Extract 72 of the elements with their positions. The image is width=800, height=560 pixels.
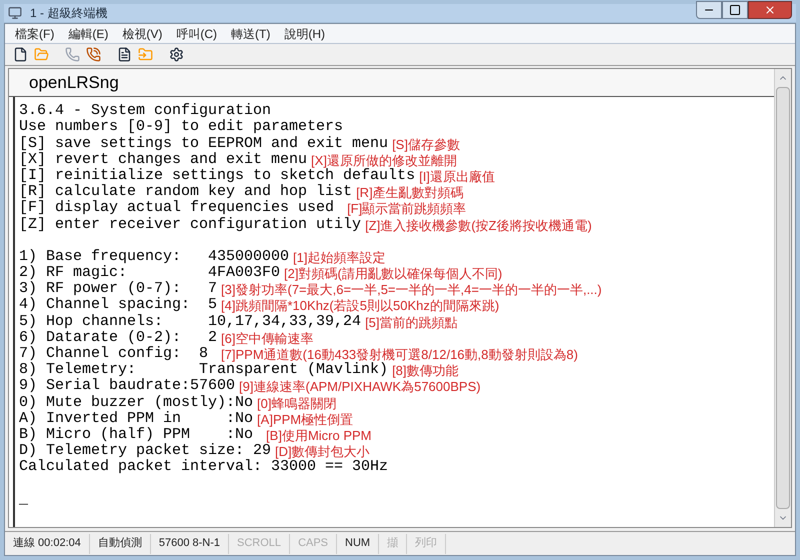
- terminal-line: 9) Serial baudrate:57600: [19, 378, 236, 394]
- terminal-line: [S] save settings to EEPROM and exit menu: [19, 136, 388, 152]
- annotation: [R]產生亂數對頻碼: [356, 185, 464, 200]
- annotation: [9]連線速率(APM/PIXHAWK為57600BPS): [239, 379, 481, 394]
- status-field: SCROLL: [229, 534, 290, 554]
- terminal-line: [F] display actual frequencies used: [19, 200, 336, 216]
- close-icon: [764, 4, 776, 16]
- annotation: [1]起始頻率設定: [293, 250, 386, 265]
- terminal-line: 3.6.4 - System configuration: [19, 103, 272, 120]
- terminal-line: _: [19, 492, 28, 508]
- terminal-line: Calculated packet interval: 33000 == 30Hz: [19, 459, 388, 476]
- new-file-icon[interactable]: [13, 47, 28, 62]
- annotation: [0]蜂鳴器關閉: [257, 396, 337, 411]
- terminal-line: B) Micro (half) PPM :No: [19, 426, 254, 443]
- terminal-line: 6) Datarate (0-2): 2: [19, 330, 218, 346]
- annotation: [4]跳頻間隔*10Khz(若設5則以50Khz的間隔來跳): [221, 298, 500, 314]
- annotation: [S]儲存參數: [392, 136, 460, 152]
- annotation: [F]顯示當前跳頻頻率: [347, 201, 466, 216]
- annotation: [3]發射功率(7=最大,6=一半,5=一半的一半,4=一半的一半的一半,...): [221, 282, 602, 298]
- terminal-line: openLRSng: [29, 72, 119, 94]
- document-icon[interactable]: [117, 47, 132, 62]
- window-title: 1 - 超級終端機: [30, 5, 108, 22]
- menu-item[interactable]: 檔案(F): [13, 24, 56, 42]
- menu-item[interactable]: 編輯(E): [66, 24, 110, 42]
- terminal-line: Use numbers [0-9] to edit parameters: [19, 119, 344, 136]
- terminal-line: 3) RF power (0-7): 7: [19, 281, 218, 298]
- close-button[interactable]: [748, 1, 792, 19]
- status-field: 擷: [379, 534, 408, 554]
- maximize-button[interactable]: [722, 1, 748, 19]
- terminal-line: [X] revert changes and exit menu: [19, 152, 308, 168]
- phone-call-icon[interactable]: [86, 47, 101, 62]
- annotation: [5]當前的跳頻點: [365, 314, 458, 330]
- status-field: 列印: [407, 534, 446, 554]
- status-field: CAPS: [290, 534, 338, 554]
- folder-icon[interactable]: [138, 47, 153, 62]
- app-icon: [8, 6, 22, 20]
- phone-icon[interactable]: [65, 47, 80, 62]
- terminal-line: 4) Channel spacing: 5: [19, 297, 218, 314]
- settings-icon[interactable]: [169, 47, 184, 62]
- annotation: [2]對頻碼(請用亂數以確保每個人不同): [284, 266, 502, 282]
- annotation: [A]PPM極性倒置: [257, 412, 354, 427]
- terminal-line: A) Inverted PPM in :No: [19, 410, 254, 427]
- menu-item[interactable]: 檢視(V): [120, 24, 164, 42]
- terminal-line: [Z] enter receiver configuration utily: [19, 216, 362, 232]
- maximize-icon: [729, 4, 741, 16]
- status-field: NUM: [337, 534, 380, 554]
- annotation: [X]還原所做的修改並離開: [311, 152, 457, 168]
- status-field: 57600 8-N-1: [150, 534, 230, 554]
- scrollbar[interactable]: [774, 69, 791, 527]
- annotation: [8]數傳功能: [392, 363, 459, 378]
- terminal-line: 0) Mute buzzer (mostly):No: [19, 394, 254, 411]
- annotation: [B]使用Micro PPM: [266, 428, 372, 443]
- menu-item[interactable]: 說明(H): [282, 24, 327, 42]
- menu-item[interactable]: 呼叫(C): [174, 24, 219, 42]
- terminal-line: 2) RF magic: 4FA003F0: [19, 265, 280, 282]
- open-folder-icon[interactable]: [34, 47, 49, 62]
- menu-item[interactable]: 轉送(T): [229, 24, 272, 42]
- terminal-line: [R] calculate random key and hop list: [19, 184, 352, 200]
- terminal-line: D) Telemetry packet size: 29: [19, 443, 272, 460]
- annotation: [7]PPM通道數(16動433發射機可選8/12/16動,8動發射則設為8): [221, 347, 578, 362]
- terminal-line: [I] reinitialize settings to sketch defaults: [19, 168, 416, 184]
- scroll-thumb[interactable]: [776, 87, 790, 509]
- status-field: 自動偵測: [90, 534, 151, 554]
- terminal-line: 5) Hop channels: 10,17,34,33,39,24: [19, 314, 362, 330]
- status-field: 連線 00:02:04: [5, 534, 90, 554]
- annotation: [Z]進入接收機參數(按Z後將按收機通電): [365, 218, 592, 232]
- terminal-line: 8) Telemetry: Transparent (Mavlink): [19, 362, 388, 378]
- terminal-line: 7) Channel config: 8: [19, 346, 210, 362]
- annotation: [D]數傳封包大小: [275, 444, 370, 460]
- annotation: [6]空中傳輸速率: [221, 330, 314, 346]
- annotation: [I]還原出廠值: [419, 168, 495, 184]
- terminal-line: 1) Base frequency: 435000000: [19, 248, 290, 265]
